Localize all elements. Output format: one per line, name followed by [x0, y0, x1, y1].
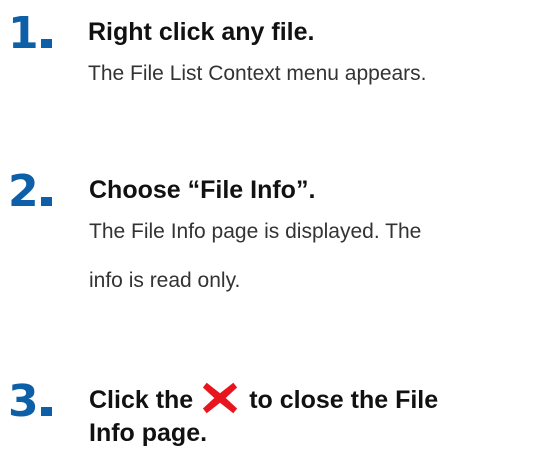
step-2-description-line-1: The File Info page is displayed. The [89, 220, 422, 243]
step-3-title-line-2: Info page. [89, 419, 208, 447]
step-3-number: 3 [8, 380, 52, 424]
step-2-description-line-2: info is read only. [89, 269, 241, 292]
step-1-description: The File List Context menu appears. [88, 62, 427, 85]
step-2-number: 2 [8, 170, 52, 214]
close-x-icon [203, 383, 238, 414]
step-3-title-after-icon: to close the File [249, 386, 439, 414]
step-2-title: Choose “File Info”. [89, 176, 316, 204]
step-1-title: Right click any file. [88, 18, 315, 46]
step-number-dot [40, 197, 52, 206]
step-3-title-line-1: Click the to close the File [89, 383, 439, 417]
step-1-number: 1 [8, 12, 52, 56]
step-3-title-before-icon: Click the [89, 386, 194, 414]
step-number-dot [40, 39, 52, 48]
step-number-dot [40, 407, 52, 416]
